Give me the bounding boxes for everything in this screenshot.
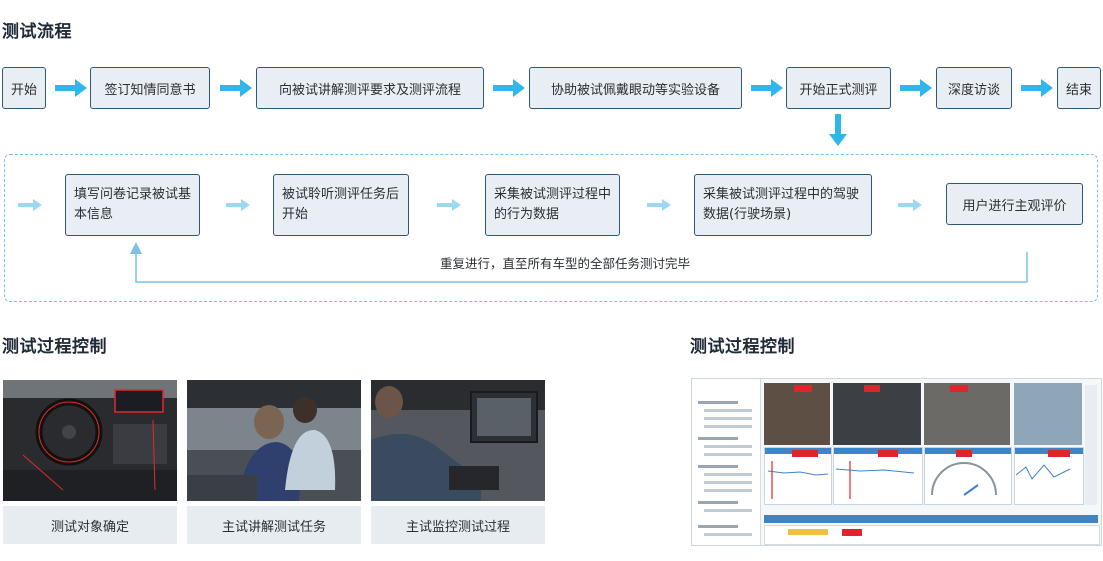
arrow-right-icon	[900, 79, 932, 97]
flow-step-interview: 深度访谈	[936, 67, 1012, 109]
flow-step-equipment: 协助被试佩戴眼动等实验设备	[529, 67, 742, 109]
flow-step-start: 开始	[2, 67, 46, 109]
flow-step-end: 结束	[1057, 67, 1101, 109]
loop-step-behavior-data: 采集被试测评过程中的行为数据	[485, 174, 620, 236]
arrow-right-icon	[898, 199, 922, 211]
flow-step-explain: 向被试讲解测评要求及测评流程	[256, 67, 484, 109]
control-title-left: 测试过程控制	[2, 337, 107, 357]
arrow-right-icon	[751, 79, 783, 97]
flow-step-consent: 签订知情同意书	[90, 67, 210, 109]
arrow-right-icon	[18, 199, 42, 211]
photo-caption: 主试讲解测试任务	[187, 506, 361, 544]
loop-note: 重复进行，直至所有车型的全部任务测讨完毕	[439, 256, 690, 271]
photo-car-interior	[3, 380, 177, 501]
photo-monitoring	[371, 380, 545, 501]
arrow-down-icon	[829, 114, 847, 146]
arrow-right-icon	[55, 79, 87, 97]
arrow-right-icon	[220, 79, 252, 97]
loop-step-listen-task: 被试聆听测评任务后开始	[273, 174, 409, 236]
arrow-right-icon	[493, 79, 525, 97]
arrow-right-icon	[226, 199, 250, 211]
loop-step-evaluation: 用户进行主观评价	[946, 183, 1083, 225]
loop-step-driving-data: 采集被试测评过程中的驾驶数据(行驶场景)	[694, 174, 872, 236]
monitoring-software-screenshot	[691, 378, 1102, 546]
photo-caption: 主试监控测试过程	[371, 506, 545, 544]
arrow-right-icon	[437, 199, 461, 211]
photo-explain-task	[187, 380, 361, 501]
flow-title: 测试流程	[2, 22, 72, 42]
photo-caption: 测试对象确定	[3, 506, 177, 544]
loop-step-questionnaire: 填写问卷记录被试基本信息	[65, 174, 200, 236]
arrow-right-icon	[1021, 79, 1053, 97]
control-title-right: 测试过程控制	[690, 337, 795, 357]
flow-step-formal-test: 开始正式测评	[786, 67, 891, 109]
arrow-right-icon	[647, 199, 671, 211]
